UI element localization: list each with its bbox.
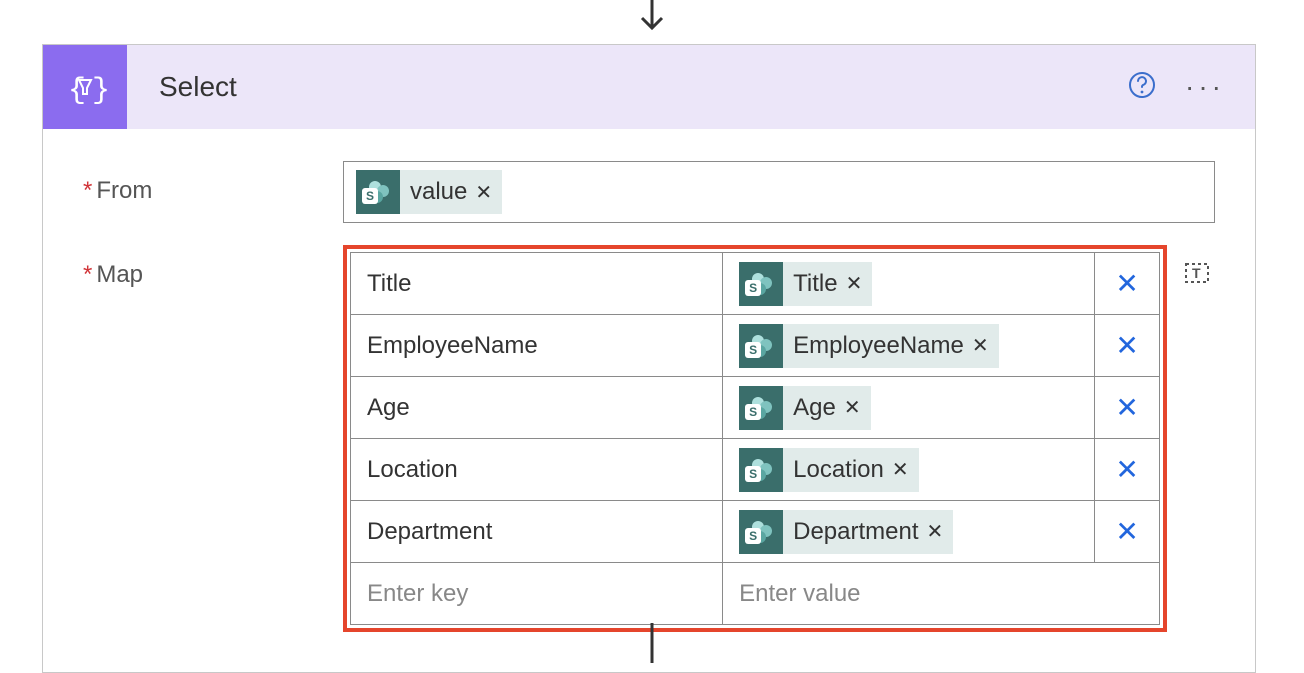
sharepoint-icon: S	[739, 324, 783, 368]
map-label: *Map	[83, 245, 343, 289]
map-value-input[interactable]: S Title ✕	[723, 253, 1095, 315]
sharepoint-icon: S	[356, 170, 400, 214]
value-token[interactable]: S Age ✕	[739, 386, 870, 430]
select-action-card: { } Select ···	[42, 44, 1256, 673]
remove-token-icon[interactable]: ✕	[846, 271, 863, 296]
connector-arrow-top	[632, 0, 672, 45]
map-value-input[interactable]: Enter value	[723, 563, 1160, 625]
from-token[interactable]: S value ✕	[356, 170, 502, 214]
map-row: Title S Title ✕ ✕	[351, 253, 1160, 315]
remove-token-icon[interactable]: ✕	[927, 519, 944, 544]
value-token-label: Age	[793, 394, 836, 422]
map-key-input[interactable]: Department	[351, 501, 723, 563]
sharepoint-icon: S	[739, 448, 783, 492]
map-key-input[interactable]: Age	[351, 377, 723, 439]
value-token-label: Location	[793, 456, 884, 484]
remove-token-icon[interactable]: ✕	[892, 457, 909, 482]
delete-row-icon[interactable]: ✕	[1115, 391, 1138, 424]
value-token[interactable]: S Department ✕	[739, 510, 953, 554]
delete-row-icon[interactable]: ✕	[1115, 329, 1138, 362]
delete-row-icon[interactable]: ✕	[1115, 515, 1138, 548]
map-row: Age S Age ✕ ✕	[351, 377, 1160, 439]
value-token-label: Department	[793, 518, 918, 546]
remove-token-icon[interactable]: ✕	[972, 333, 989, 358]
remove-token-icon[interactable]: ✕	[475, 180, 492, 205]
sharepoint-icon: S	[739, 262, 783, 306]
svg-text:}: }	[92, 74, 110, 108]
remove-token-icon[interactable]: ✕	[844, 395, 861, 420]
delete-row-icon[interactable]: ✕	[1115, 453, 1138, 486]
from-input[interactable]: S value ✕	[343, 161, 1215, 223]
map-highlight-box: Title S Title ✕ ✕ EmployeeName	[343, 245, 1167, 632]
map-row: Department S Department ✕ ✕	[351, 501, 1160, 563]
action-title: Select	[127, 71, 1127, 103]
sharepoint-icon: S	[739, 510, 783, 554]
delete-row-icon[interactable]: ✕	[1115, 267, 1138, 300]
svg-text:T: T	[1192, 265, 1201, 281]
map-value-input[interactable]: S Location ✕	[723, 439, 1095, 501]
help-icon[interactable]	[1127, 70, 1157, 105]
value-token-label: EmployeeName	[793, 332, 964, 360]
more-menu-icon[interactable]: ···	[1185, 73, 1225, 101]
map-value-input[interactable]: S Age ✕	[723, 377, 1095, 439]
sharepoint-icon: S	[739, 386, 783, 430]
value-token[interactable]: S Location ✕	[739, 448, 919, 492]
map-row: EmployeeName S EmployeeName ✕ ✕	[351, 315, 1160, 377]
map-row-new: Enter key Enter value	[351, 563, 1160, 625]
value-token[interactable]: S EmployeeName ✕	[739, 324, 999, 368]
map-key-input[interactable]: Title	[351, 253, 723, 315]
map-key-input[interactable]: Enter key	[351, 563, 723, 625]
select-action-icon: { }	[43, 45, 127, 129]
switch-map-mode-icon[interactable]: T	[1179, 255, 1215, 291]
map-table: Title S Title ✕ ✕ EmployeeName	[350, 252, 1160, 625]
connector-line-bottom	[632, 623, 672, 668]
from-label: *From	[83, 161, 343, 205]
value-token-label: Title	[793, 270, 837, 298]
map-row: Location S Location ✕ ✕	[351, 439, 1160, 501]
from-token-label: value	[410, 178, 467, 206]
map-value-input[interactable]: S EmployeeName ✕	[723, 315, 1095, 377]
map-value-input[interactable]: S Department ✕	[723, 501, 1095, 563]
map-key-input[interactable]: EmployeeName	[351, 315, 723, 377]
value-token[interactable]: S Title ✕	[739, 262, 872, 306]
map-key-input[interactable]: Location	[351, 439, 723, 501]
card-header[interactable]: { } Select ···	[43, 45, 1255, 129]
